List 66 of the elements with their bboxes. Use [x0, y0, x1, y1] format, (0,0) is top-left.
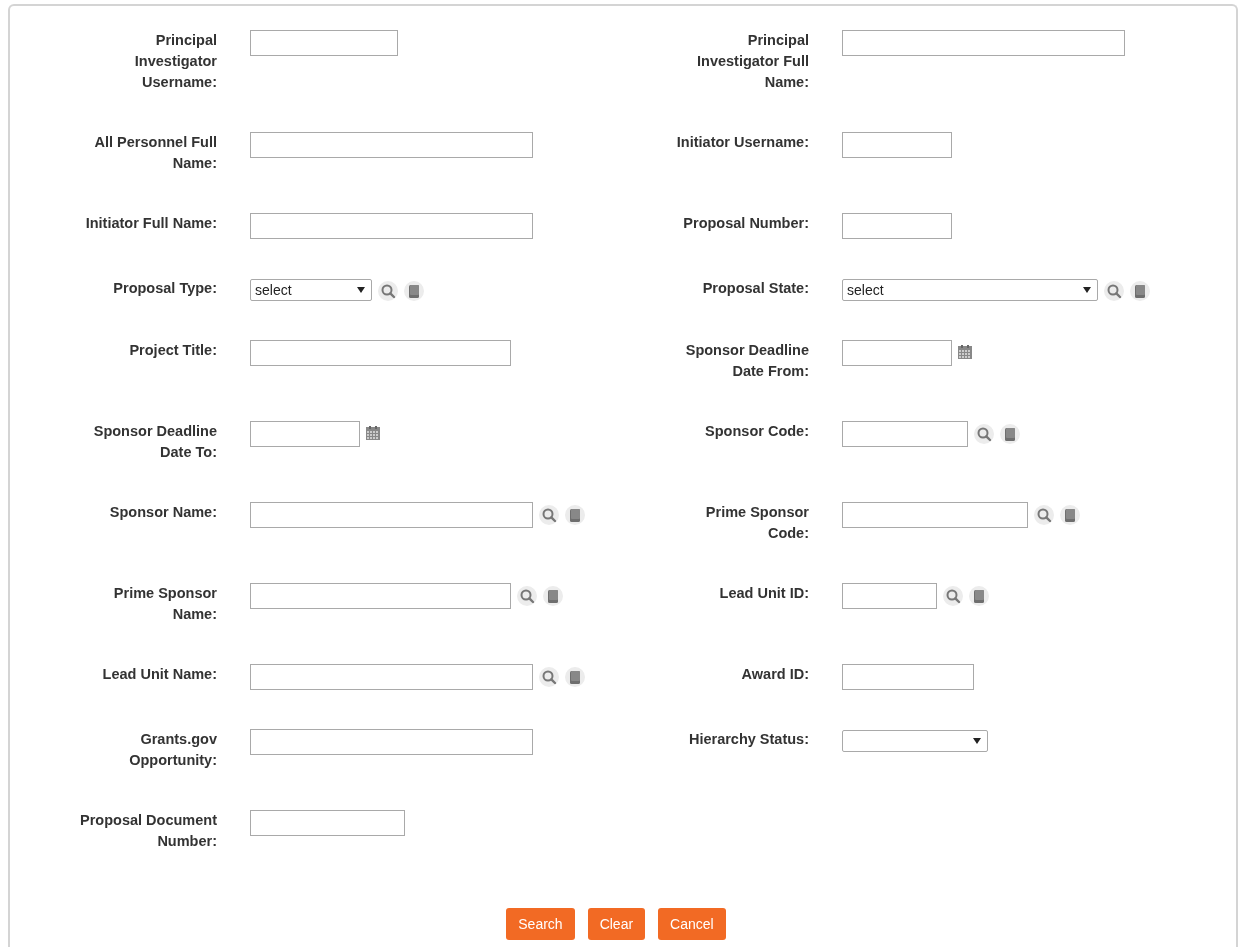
input-field[interactable]	[250, 583, 511, 609]
date-field[interactable]	[842, 340, 952, 366]
field-label: All Personnel Full Name:	[93, 133, 217, 173]
field-label: Award ID:	[741, 665, 809, 684]
input-field[interactable]	[842, 30, 1125, 56]
book-icon[interactable]	[543, 586, 563, 606]
field-label: Initiator Username:	[676, 133, 809, 152]
field-label: Proposal Number:	[683, 214, 809, 233]
input-field[interactable]	[842, 132, 952, 158]
book-icon[interactable]	[1060, 505, 1080, 525]
date-field[interactable]	[250, 421, 360, 447]
field-label: Lead Unit ID:	[719, 584, 809, 603]
field-label: Lead Unit Name:	[102, 665, 217, 684]
input-field[interactable]	[842, 583, 937, 609]
field-label: Sponsor Deadline Date From:	[684, 341, 809, 381]
select-dropdown[interactable]	[842, 730, 988, 752]
field-label: Proposal Type:	[113, 279, 217, 298]
clear-button[interactable]: Clear	[587, 908, 646, 940]
input-field[interactable]	[250, 132, 533, 158]
cancel-button[interactable]: Cancel	[658, 908, 726, 940]
field-label: Principal Investigator Full Name:	[696, 31, 809, 92]
caret-icon	[1083, 287, 1091, 293]
input-field[interactable]	[842, 421, 968, 447]
field-label: Project Title:	[129, 341, 217, 360]
book-icon[interactable]	[565, 505, 585, 525]
input-field[interactable]	[250, 664, 533, 690]
calendar-icon[interactable]	[366, 426, 380, 440]
search-icon[interactable]	[517, 586, 537, 606]
caret-icon	[973, 738, 981, 744]
search-icon[interactable]	[1104, 281, 1124, 301]
field-label: Proposal Document Number:	[79, 811, 217, 851]
search-icon[interactable]	[1034, 505, 1054, 525]
book-icon[interactable]	[969, 586, 989, 606]
input-field[interactable]	[842, 502, 1028, 528]
field-label: Sponsor Deadline Date To:	[92, 422, 217, 462]
book-icon[interactable]	[565, 667, 585, 687]
search-button[interactable]: Search	[506, 908, 575, 940]
field-label: Prime Sponsor Name:	[112, 584, 217, 624]
calendar-icon[interactable]	[958, 345, 972, 359]
select-dropdown[interactable]: select	[250, 279, 372, 301]
input-field[interactable]	[842, 213, 952, 239]
search-icon[interactable]	[378, 281, 398, 301]
field-label: Sponsor Code:	[705, 422, 809, 441]
input-field[interactable]	[250, 502, 533, 528]
input-field[interactable]	[250, 213, 533, 239]
search-icon[interactable]	[539, 505, 559, 525]
field-label: Sponsor Name:	[109, 503, 217, 522]
field-label: Hierarchy Status:	[688, 730, 809, 749]
input-field[interactable]	[250, 340, 511, 366]
input-field[interactable]	[250, 30, 398, 56]
book-icon[interactable]	[1130, 281, 1150, 301]
field-label: Grants.gov Opportunity:	[128, 730, 217, 770]
field-label: Prime Sponsor Code:	[704, 503, 809, 543]
field-label: Proposal State:	[702, 279, 809, 298]
field-label: Initiator Full Name:	[85, 214, 217, 233]
field-label: Principal Investigator Username:	[133, 31, 217, 92]
select-dropdown[interactable]: select	[842, 279, 1098, 301]
caret-icon	[357, 287, 365, 293]
input-field[interactable]	[842, 664, 974, 690]
book-icon[interactable]	[1000, 424, 1020, 444]
book-icon[interactable]	[404, 281, 424, 301]
search-icon[interactable]	[539, 667, 559, 687]
search-icon[interactable]	[943, 586, 963, 606]
search-icon[interactable]	[974, 424, 994, 444]
input-field[interactable]	[250, 810, 405, 836]
input-field[interactable]	[250, 729, 533, 755]
